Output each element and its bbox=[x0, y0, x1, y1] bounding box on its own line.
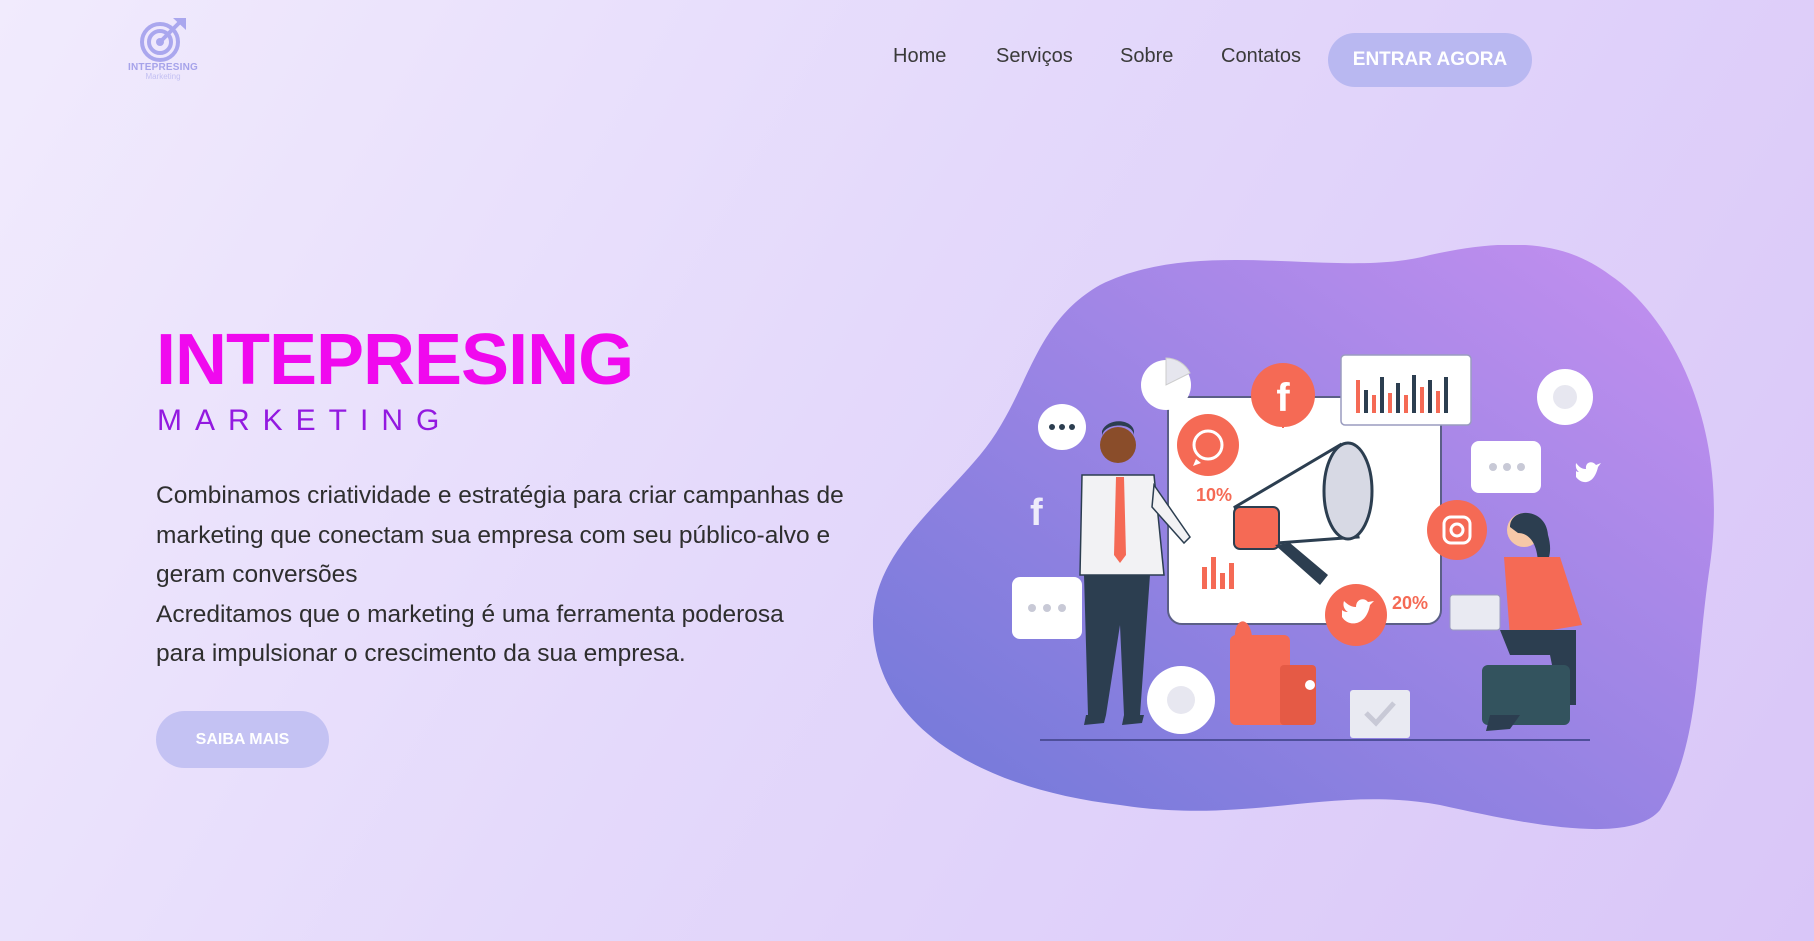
pie-chart-small-icon bbox=[1537, 369, 1593, 425]
learn-more-button[interactable]: SAIBA MAIS bbox=[156, 711, 329, 768]
nav-contatos[interactable]: Contatos bbox=[1221, 45, 1301, 68]
hero-title: INTEPRESING bbox=[156, 320, 634, 400]
checkbox-icon bbox=[1350, 690, 1410, 738]
hero-paragraph-1: Combinamos criatividade e estratégia par… bbox=[156, 482, 844, 588]
facebook-small-icon: f bbox=[1030, 492, 1043, 534]
hero-description: Combinamos criatividade e estratégia par… bbox=[156, 476, 856, 674]
svg-text:f: f bbox=[1276, 376, 1290, 420]
main-nav: Home Serviços Sobre Contatos ENTRAR AGOR… bbox=[0, 33, 1814, 87]
hero-paragraph-2: Acreditamos que o marketing é uma ferram… bbox=[156, 600, 784, 668]
twitter-icon bbox=[1325, 584, 1387, 646]
stat-left: 10% bbox=[1196, 485, 1232, 505]
nav-home[interactable]: Home bbox=[893, 45, 946, 68]
whatsapp-icon bbox=[1177, 414, 1239, 476]
bar-chart-card bbox=[1340, 354, 1472, 426]
instagram-icon bbox=[1427, 500, 1487, 560]
enter-now-button[interactable]: ENTRAR AGORA bbox=[1328, 33, 1532, 87]
nav-sobre[interactable]: Sobre bbox=[1120, 45, 1173, 68]
hero-subtitle: MARKETING bbox=[157, 404, 453, 437]
nav-servicos[interactable]: Serviços bbox=[996, 45, 1073, 68]
marketing-illustration: f 10% 20% f bbox=[870, 244, 1750, 835]
illustration-svg: f 10% 20% f bbox=[872, 244, 1714, 830]
stat-right: 20% bbox=[1392, 593, 1428, 613]
donut-chart-icon bbox=[1147, 666, 1215, 734]
